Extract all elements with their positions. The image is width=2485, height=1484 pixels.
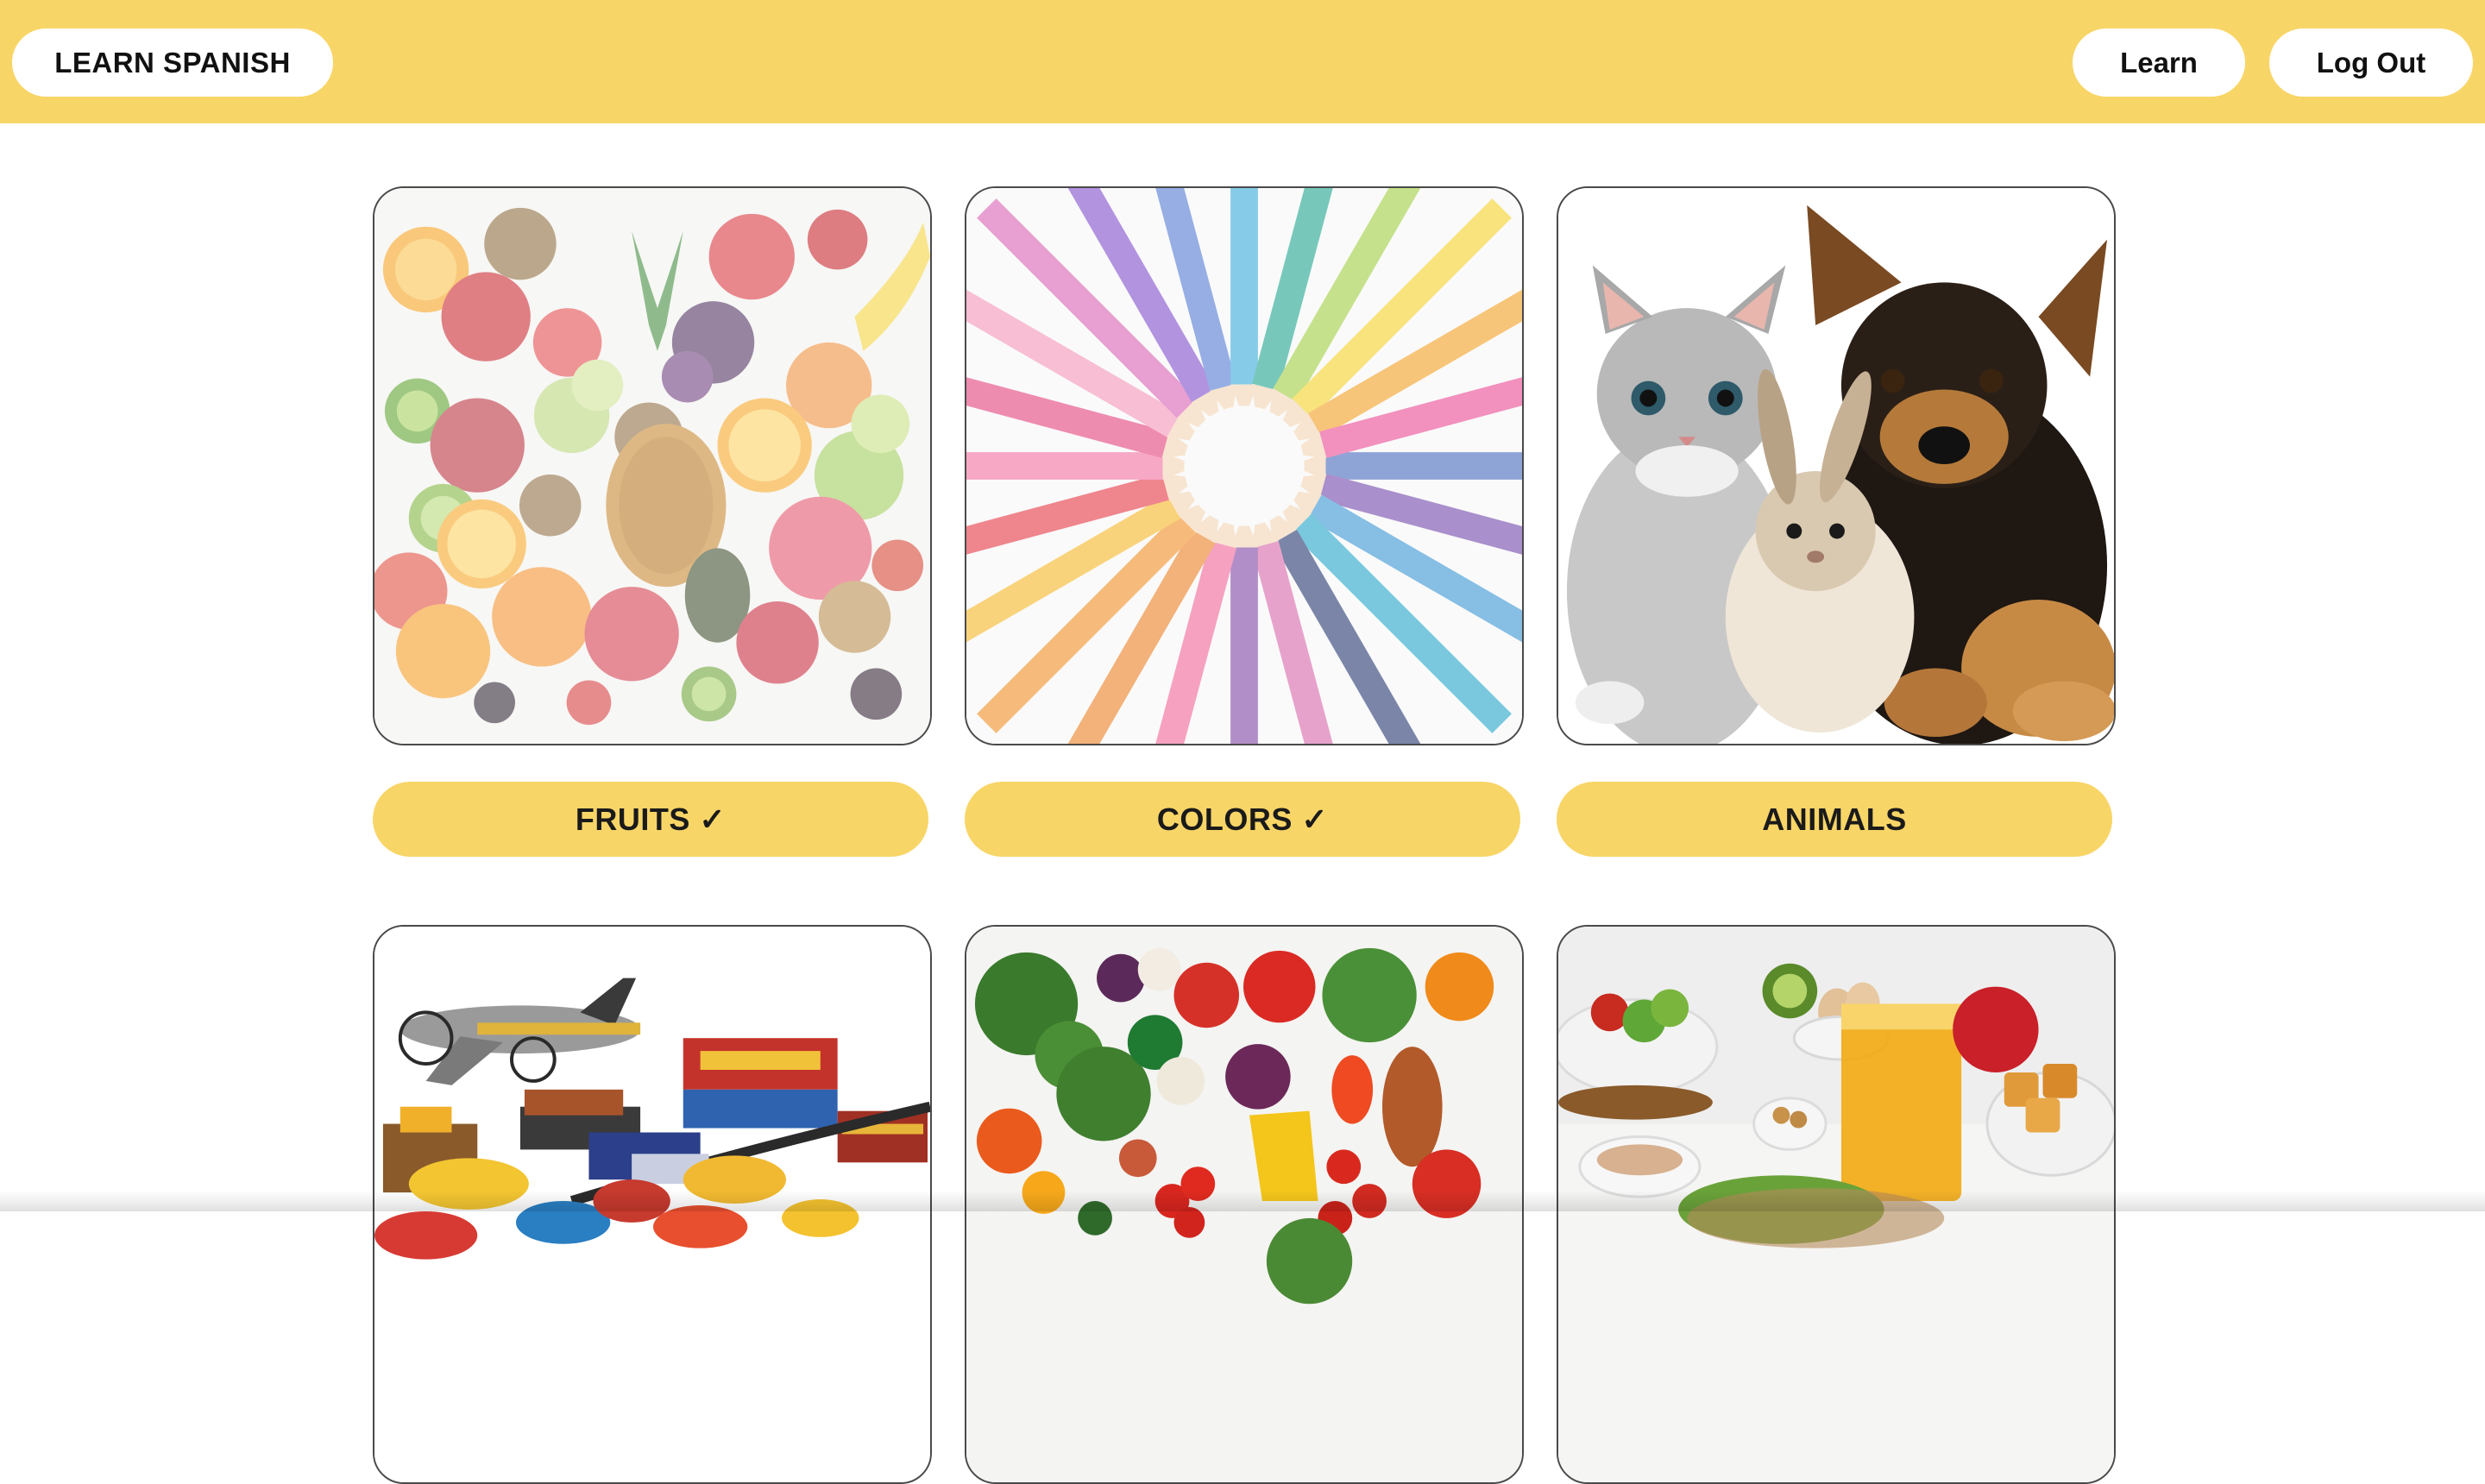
category-button-colors[interactable]: COLORS ✓: [965, 782, 1520, 857]
logout-button[interactable]: Log Out: [2269, 28, 2473, 97]
toys-photo: [374, 927, 930, 1482]
category-button-animals[interactable]: ANIMALS: [1557, 782, 2112, 857]
vegetables-image[interactable]: [965, 925, 1524, 1484]
toys-image[interactable]: [373, 925, 932, 1484]
colors-image[interactable]: [965, 186, 1524, 745]
fruits-photo: [374, 188, 930, 744]
colored-pencils-photo: [966, 188, 1522, 744]
breakfast-food-photo: [1558, 927, 2114, 1482]
top-nav-bar: LEARN SPANISH Learn Log Out: [0, 0, 2485, 123]
fruits-image[interactable]: [373, 186, 932, 745]
brand-button[interactable]: LEARN SPANISH: [12, 28, 333, 97]
vegetables-photo: [966, 927, 1522, 1482]
cat-rabbit-puppy-photo: [1558, 188, 2114, 744]
category-button-fruits[interactable]: FRUITS ✓: [373, 782, 928, 857]
animals-image[interactable]: [1557, 186, 2116, 745]
learn-nav-button[interactable]: Learn: [2073, 28, 2245, 97]
breakfast-image[interactable]: [1557, 925, 2116, 1484]
